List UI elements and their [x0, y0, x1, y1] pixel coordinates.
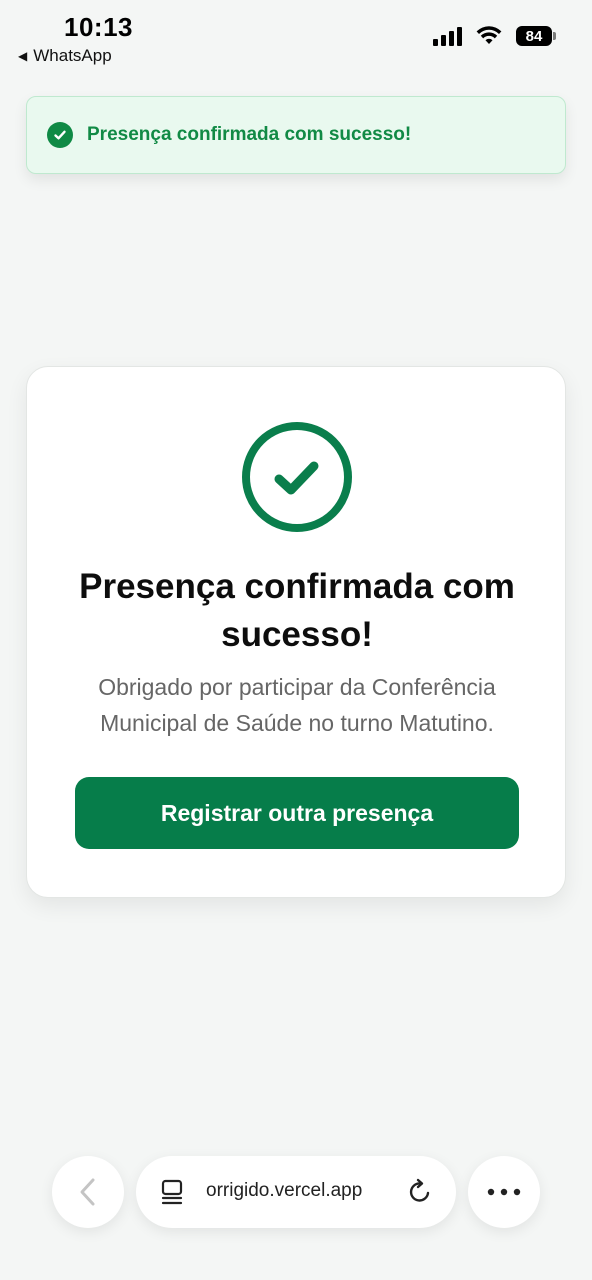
more-options-button[interactable] — [468, 1156, 540, 1228]
confirmation-card: Presença confirmada com sucesso! Obrigad… — [26, 366, 566, 898]
browser-back-button[interactable] — [52, 1156, 124, 1228]
tabs-icon[interactable] — [160, 1178, 186, 1206]
confirmation-description: Obrigado por participar da Conferência M… — [98, 674, 496, 736]
confirmation-title: Presença confirmada com sucesso! — [79, 567, 515, 654]
register-another-button[interactable]: Registrar outra presença — [75, 777, 519, 849]
toast-message: Presença confirmada com sucesso! — [87, 124, 412, 145]
check-circle-icon — [47, 122, 73, 148]
back-triangle-icon: ◀ — [18, 49, 28, 63]
more-dots-icon — [487, 1188, 521, 1196]
back-to-app-link[interactable]: ◀ WhatsApp — [18, 46, 112, 66]
back-app-label: WhatsApp — [33, 46, 112, 65]
address-bar[interactable]: orrigido.vercel.app — [136, 1156, 456, 1228]
success-toast: Presença confirmada com sucesso! — [26, 96, 566, 174]
screen: 10:13 ◀ WhatsApp 84 Presença confirmada … — [0, 0, 592, 1280]
battery-icon: 84 — [516, 26, 556, 46]
status-time: 10:13 — [64, 12, 133, 42]
success-check-icon — [242, 422, 352, 532]
cellular-signal-icon — [433, 26, 462, 46]
url-text[interactable]: orrigido.vercel.app — [206, 1180, 400, 1202]
reload-icon[interactable] — [406, 1178, 434, 1206]
status-indicators: 84 — [433, 26, 556, 46]
chevron-left-icon — [80, 1178, 95, 1206]
wifi-icon — [476, 26, 502, 44]
